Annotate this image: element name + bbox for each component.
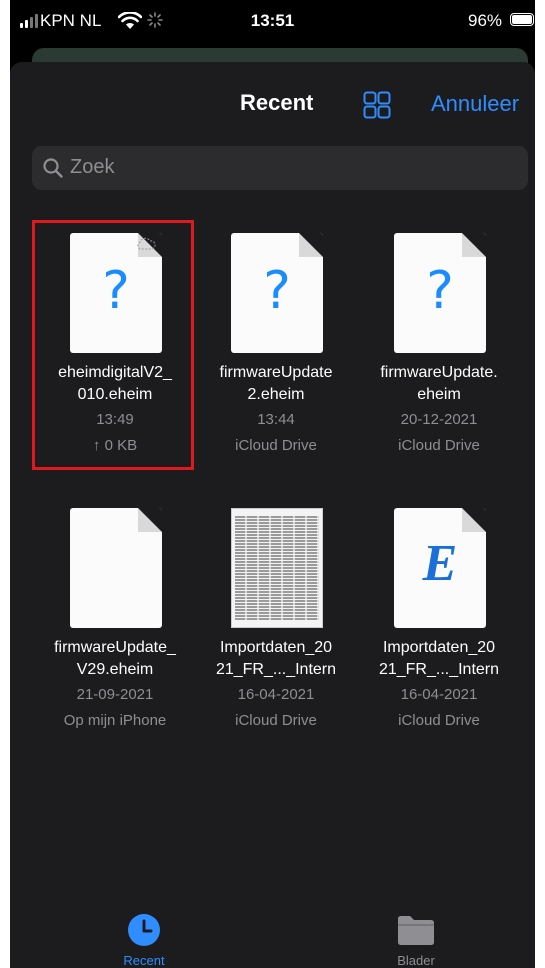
file-location: iCloud Drive	[235, 437, 317, 454]
file-name-line1: Importdaten_20	[382, 639, 496, 656]
highlight-box	[32, 220, 194, 470]
tab-label: Blader	[397, 953, 435, 968]
file-date: 20-12-2021	[400, 411, 478, 428]
file-location: iCloud Drive	[398, 712, 480, 729]
file-name-line2: eheim	[417, 386, 461, 403]
file-name-line2: V29.eheim	[76, 661, 154, 678]
file-date: 16-04-2021	[237, 686, 315, 703]
file-name-line2: 2.eheim	[247, 386, 305, 403]
unknown-file-icon: ?	[263, 261, 291, 321]
blank-document-icon	[70, 508, 162, 628]
file-thumbnail	[70, 508, 162, 628]
clock-time: 13:51	[250, 11, 295, 30]
search-field[interactable]: Zoek	[32, 146, 528, 190]
file-item[interactable]: ? firmwareUpdate 2.eheim 13:44 iCloud Dr…	[196, 233, 356, 463]
spreadsheet-preview-icon	[231, 508, 323, 628]
file-name-line1: firmwareUpdate	[219, 364, 333, 381]
battery-icon	[510, 13, 534, 26]
file-item[interactable]: E Importdaten_20 21_FR_..._Intern 16-04-…	[359, 508, 519, 738]
file-location: iCloud Drive	[398, 437, 480, 454]
file-thumbnail	[231, 508, 323, 628]
file-date: 13:44	[257, 411, 295, 428]
file-thumbnail: ?	[394, 233, 486, 353]
file-name-line1: firmwareUpdate_	[54, 639, 176, 656]
page-title: Recent	[240, 90, 314, 115]
file-name-line1: firmwareUpdate.	[380, 364, 498, 381]
file-location: Op mijn iPhone	[63, 712, 167, 729]
clock-icon	[128, 914, 160, 946]
cancel-button[interactable]: Annuleer	[431, 91, 519, 117]
tab-bar: Recent Blader	[10, 900, 535, 968]
unknown-file-icon: ?	[426, 261, 454, 321]
file-item[interactable]: firmwareUpdate_ V29.eheim 21-09-2021 Op …	[35, 508, 195, 738]
file-thumbnail: ?	[231, 233, 323, 353]
file-thumbnail: E	[394, 508, 486, 628]
file-date: 16-04-2021	[400, 686, 478, 703]
file-item[interactable]: ? firmwareUpdate. eheim 20-12-2021 iClou…	[359, 233, 519, 463]
grid-view-icon[interactable]	[363, 91, 391, 119]
file-name-line2: 21_FR_..._Intern	[378, 661, 500, 678]
search-icon	[43, 158, 63, 178]
tab-label: Recent	[123, 953, 165, 968]
file-date: 21-09-2021	[76, 686, 154, 703]
file-location: iCloud Drive	[235, 712, 317, 729]
battery-percentage: 96%	[468, 11, 503, 30]
file-name-line2: 21_FR_..._Intern	[215, 661, 337, 678]
file-name-line1: Importdaten_20	[219, 639, 333, 656]
phone-screen: KPN NL 13:51 96% Recent Annuleer Zoek ? …	[10, 0, 535, 968]
folder-icon	[398, 916, 434, 945]
excel-file-icon: E	[422, 535, 458, 592]
file-item[interactable]: Importdaten_20 21_FR_..._Intern 16-04-20…	[196, 508, 356, 738]
search-placeholder: Zoek	[70, 156, 115, 178]
status-bar: KPN NL 13:51 96%	[10, 0, 535, 44]
